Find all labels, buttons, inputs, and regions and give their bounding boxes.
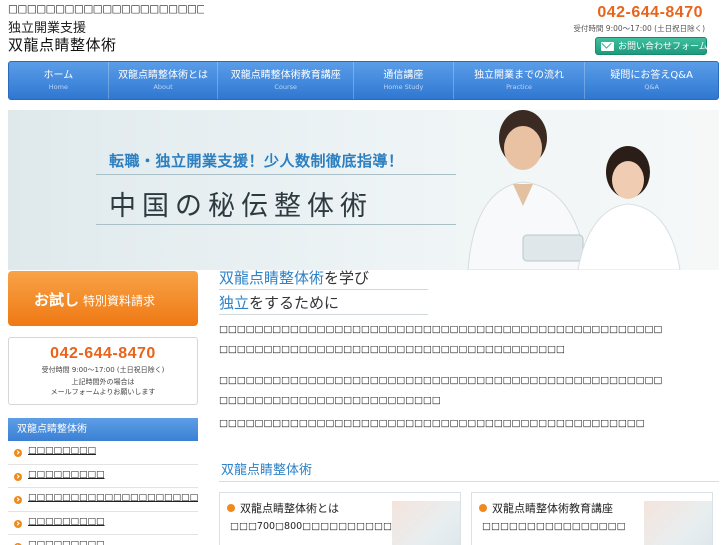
bullet-icon	[14, 472, 22, 481]
hero-banner: 転職・独立開業支援！少人数制徹底指導！ 中国の秘伝整体術	[8, 110, 719, 270]
main-heading-second: 独立をするために	[219, 292, 339, 313]
hero-divider	[96, 174, 456, 175]
nav-item-home-study[interactable]: 通信講座 Home Study	[354, 62, 454, 99]
trial-sublabel: 特別資料請求	[83, 294, 156, 308]
nav-item-practice[interactable]: 独立開業までの流れ Practice	[454, 62, 586, 99]
sidebar-link-label: □□□□□□□□	[28, 446, 97, 456]
nav-sublabel: Course	[274, 83, 298, 91]
sidebar-link[interactable]: □□□□□□□□□	[8, 535, 198, 545]
hero-lead: 転職・独立開業支援！少人数制徹底指導！	[109, 152, 404, 170]
hero-photo-staff	[467, 110, 681, 270]
paragraph-line: □□□□□□□□□□□□□□□□□□□□□□□□□□□□□□□□□□□□□□□	[219, 344, 565, 355]
nav-label: 通信講座	[383, 70, 424, 81]
contact-form-label: お問い合わせフォーム	[618, 42, 708, 52]
trial-request-banner[interactable]: お試し 特別資料請求	[8, 271, 198, 326]
trial-label: お試し	[34, 291, 80, 309]
nav-item-qa[interactable]: 疑問にお答えQ&A Q&A	[585, 62, 718, 99]
heading-highlight: 独立	[219, 294, 250, 312]
header-tagline: □□□□□□□□□□□□□□□□□□□□□□□□□□□□□□□□□□	[8, 3, 204, 15]
phone-box: 042-644-8470 受付時間 9:00〜17:00 (土日祝日除く) 上記…	[8, 337, 198, 405]
nav-sublabel: Practice	[506, 83, 533, 91]
heading-divider	[219, 289, 428, 290]
heading-highlight: 双龍点睛整体術	[219, 269, 325, 287]
main-nav: ホーム Home 双龍点睛整体術とは About 双龍点睛整体術教育講座 Cou…	[8, 61, 719, 100]
header-phone: 042-644-8470	[597, 4, 703, 21]
nav-sublabel: About	[153, 83, 173, 91]
nav-sublabel: Home	[48, 83, 68, 91]
card-title: 双龍点睛整体術とは	[240, 502, 339, 515]
sidebar-phone: 042-644-8470	[50, 345, 156, 362]
sidebar-link[interactable]: □□□□□□□□□	[8, 512, 198, 535]
bullet-icon	[14, 449, 22, 457]
sidebar-link[interactable]: □□□□□□□□	[8, 441, 198, 465]
nav-label: 疑問にお答えQ&A	[610, 70, 693, 81]
section-title: 双龍点睛整体術	[219, 452, 719, 482]
bullet-icon	[479, 504, 487, 512]
heading-text: を学び	[324, 269, 370, 287]
card-body: □□□□□□□□□□□□□□□□	[482, 521, 626, 532]
sidebar-hours: 受付時間 9:00〜17:00 (土日祝日除く)	[41, 366, 165, 374]
mail-icon	[601, 42, 614, 51]
sidebar-link-label: □□□□□□□□□□□□□□□□□□□□	[28, 493, 198, 503]
card-title: 双龍点睛整体術教育講座	[492, 502, 613, 515]
nav-item-course[interactable]: 双龍点睛整体術教育講座 Course	[218, 62, 355, 99]
paragraph-line: □□□□□□□□□□□□□□□□□□□□□□□□□□□□□□□□□□□□□□□□…	[219, 324, 663, 335]
header-hours: 受付時間 9:00〜17:00 (土日祝日除く)	[573, 24, 705, 33]
page: □□□□□□□□□□□□□□□□□□□□□□□□□□□□□□□□□□ 独立開業支…	[0, 0, 727, 545]
bullet-icon	[14, 519, 22, 528]
main-heading: 双龍点睛整体術を学び	[219, 267, 369, 288]
intro-paragraph: □□□□□□□□□□□□□□□□□□□□□□□□□□□□□□□□□□□□□□□□…	[219, 320, 719, 360]
intro-paragraph: □□□□□□□□□□□□□□□□□□□□□□□□□□□□□□□□□□□□□□□□…	[219, 371, 719, 411]
nav-sublabel: Home Study	[383, 83, 424, 91]
contact-form-button[interactable]: お問い合わせフォーム	[595, 37, 708, 55]
nav-label: ホーム	[43, 70, 74, 81]
paragraph-line: □□□□□□□□□□□□□□□□□□□□□□□□□□□□□□□□□□□□□□□□…	[219, 418, 645, 429]
hero-title: 中国の秘伝整体術	[109, 191, 373, 222]
bullet-icon	[227, 504, 235, 512]
bullet-icon	[14, 496, 22, 504]
nav-label: 双龍点睛整体術教育講座	[230, 70, 341, 81]
feature-card-about[interactable]: 双龍点睛整体術とは □□□700□800□□□□□□□□□□□□□	[219, 492, 461, 545]
intro-paragraph: □□□□□□□□□□□□□□□□□□□□□□□□□□□□□□□□□□□□□□□□…	[219, 414, 719, 434]
sidebar-link-label: □□□□□□□□□	[28, 540, 105, 545]
heading-divider	[219, 314, 428, 315]
feature-card-course[interactable]: 双龍点睛整体術教育講座 □□□□□□□□□□□□□□□□	[471, 492, 713, 545]
paragraph-line: □□□□□□□□□□□□□□□□□□□□□□□□□□□□□□□□□□□□□□□□…	[219, 375, 663, 386]
nav-item-home[interactable]: ホーム Home	[9, 62, 109, 99]
sidebar-note: メールフォームよりお願いします	[50, 388, 156, 396]
card-body: □□□700□800□□□□□□□□□□□□□	[230, 521, 419, 532]
sidebar-link-label: □□□□□□□□□	[28, 469, 105, 480]
sidebar-menu-title: 双龍点睛整体術	[8, 418, 198, 441]
nav-item-about[interactable]: 双龍点睛整体術とは About	[109, 62, 219, 99]
site-logo[interactable]: 双龍点睛整体術	[8, 34, 117, 55]
hero-divider	[96, 224, 456, 225]
sidebar-menu: □□□□□□□□ □□□□□□□□□ □□□□□□□□□□□□□□□□□□□□ …	[8, 441, 198, 545]
nav-sublabel: Q&A	[644, 83, 659, 91]
sidebar-link-label: □□□□□□□□□	[28, 516, 105, 527]
card-thumbnail	[392, 501, 460, 545]
nav-label: 双龍点睛整体術とは	[118, 70, 209, 81]
heading-text: をするために	[249, 294, 340, 312]
sidebar-link[interactable]: □□□□□□□□□□□□□□□□□□□□	[8, 488, 198, 512]
nav-label: 独立開業までの流れ	[474, 70, 565, 81]
sidebar-note: 上記時間外の場合は	[71, 378, 135, 386]
card-thumbnail	[644, 501, 712, 545]
sidebar-link[interactable]: □□□□□□□□□	[8, 465, 198, 488]
paragraph-line: □□□□□□□□□□□□□□□□□□□□□□□□□	[219, 395, 441, 406]
